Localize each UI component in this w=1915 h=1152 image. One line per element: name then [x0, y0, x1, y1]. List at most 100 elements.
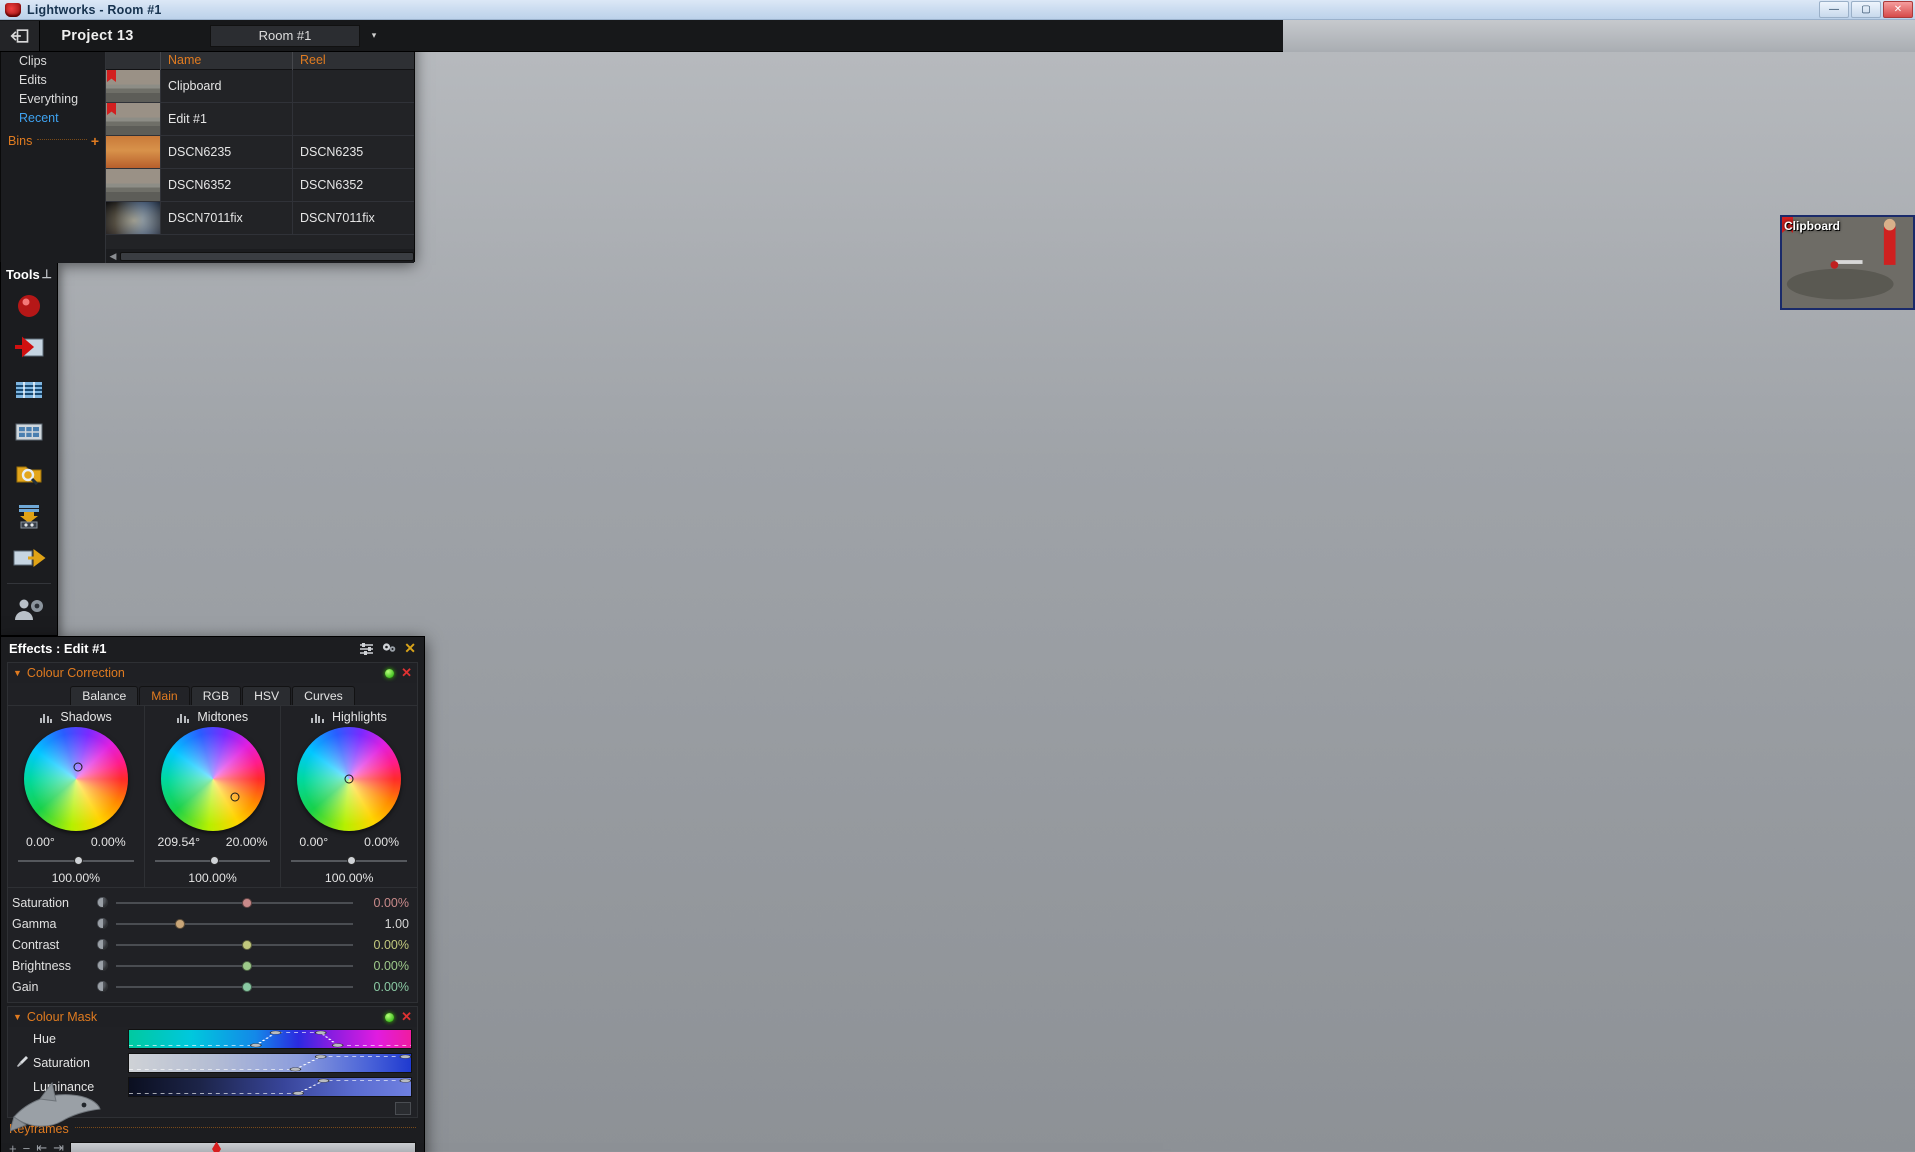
tool-import-clip[interactable]	[1, 327, 57, 369]
param-slider[interactable]	[116, 958, 353, 974]
sidebar-item-edits[interactable]: Edits	[1, 70, 105, 89]
tool-search-folder[interactable]	[1, 453, 57, 495]
tab-curves[interactable]: Curves	[292, 686, 355, 705]
application-toolbar: Project 13 Room #1 ▾	[0, 20, 1283, 52]
green-dot-icon[interactable]	[385, 668, 395, 678]
saturation-gradient[interactable]	[128, 1053, 412, 1073]
close-icon[interactable]: ✕	[401, 1009, 412, 1025]
green-dot-icon[interactable]	[385, 1012, 395, 1022]
param-slider[interactable]	[116, 895, 353, 911]
skip-prev-icon[interactable]: ⇤	[36, 1140, 47, 1152]
luminance-gradient[interactable]	[128, 1077, 412, 1097]
clipboard-thumbnail[interactable]: Clipboard	[1780, 215, 1915, 310]
keyframe-track[interactable]	[70, 1141, 416, 1152]
wheel-slider[interactable]	[154, 854, 271, 870]
param-slider[interactable]	[116, 979, 353, 995]
add-keyframe-icon[interactable]: +	[9, 1141, 17, 1152]
sliders-icon[interactable]	[359, 642, 374, 655]
table-row[interactable]: Edit #1	[106, 103, 414, 136]
browser-rows: Clipboard Edit #1 DSCN6235 DSCN6235 DSCN…	[106, 70, 414, 235]
table-row[interactable]: DSCN6235 DSCN6235	[106, 136, 414, 169]
hue-gradient[interactable]	[128, 1029, 412, 1049]
triangle-down-icon[interactable]: ▼	[13, 668, 22, 678]
room-label: Room #1	[258, 28, 312, 43]
histogram-icon[interactable]	[39, 712, 53, 723]
exit-arrow-icon[interactable]	[0, 20, 40, 51]
sidebar-item-clips[interactable]: Clips	[1, 51, 105, 70]
tools-header: Tools ⊥	[1, 263, 57, 285]
row-thumbnail	[106, 169, 161, 201]
keyframe-toggle-icon[interactable]	[97, 917, 111, 930]
sidebar-item-recent[interactable]: Recent	[1, 108, 105, 127]
table-row[interactable]: DSCN6352 DSCN6352	[106, 169, 414, 202]
triangle-down-icon[interactable]: ▼	[13, 1012, 22, 1022]
tool-user-settings[interactable]	[1, 588, 57, 630]
wheel-label: Shadows	[60, 710, 112, 724]
param-value[interactable]: 0.00%	[353, 938, 413, 952]
mask-label: Hue	[33, 1032, 56, 1046]
add-bin-button[interactable]: +	[91, 133, 99, 149]
tab-rgb[interactable]: RGB	[190, 686, 242, 705]
param-value[interactable]: 0.00%	[353, 980, 413, 994]
colour-mask-header[interactable]: ▼ Colour Mask ✕	[8, 1007, 417, 1027]
invert-checkbox[interactable]	[395, 1101, 411, 1115]
param-value[interactable]: 0.00%	[353, 896, 413, 910]
scrollbar-thumb[interactable]	[120, 251, 414, 261]
colour-wheels: Shadows 0.00° 0.00% 100.00% Midtones 209…	[8, 705, 417, 887]
room-selector[interactable]: Room #1	[210, 24, 360, 47]
window-controls[interactable]: — ▢ ✕	[1819, 1, 1915, 18]
tab-hsv[interactable]: HSV	[242, 686, 292, 705]
keyframe-toggle-icon[interactable]	[97, 938, 111, 951]
sidebar-item-everything[interactable]: Everything	[1, 89, 105, 108]
close-button[interactable]: ✕	[1883, 1, 1913, 18]
os-window-title: Lightworks - Room #1	[27, 2, 162, 17]
param-label: Gamma	[12, 916, 57, 931]
eyedropper-icon[interactable]	[11, 1055, 33, 1071]
parameter-sliders: Saturation 0.00% Gamma 1.00 Contrast 0.0…	[8, 887, 417, 1002]
project-name[interactable]: Project 13	[40, 28, 155, 44]
colour-wheel-disc[interactable]	[160, 727, 265, 831]
tab-main[interactable]: Main	[139, 686, 190, 705]
histogram-icon[interactable]	[311, 712, 324, 723]
tool-grid-view[interactable]	[1, 411, 57, 453]
table-row[interactable]: DSCN7011fix DSCN7011fix	[106, 202, 414, 235]
tab-balance[interactable]: Balance	[70, 686, 139, 705]
param-row-gamma: Gamma 1.00	[8, 913, 417, 934]
keyframe-toggle-icon[interactable]	[97, 896, 111, 909]
scroll-left-icon[interactable]: ◀	[106, 251, 120, 262]
colour-mask-label: Colour Mask	[26, 1010, 98, 1024]
pin-icon[interactable]: ⊥	[42, 267, 52, 281]
colour-correction-header[interactable]: ▼ Colour Correction ✕	[8, 663, 417, 683]
chevron-down-icon[interactable]: ▾	[360, 25, 388, 47]
tool-record-button[interactable]	[1, 285, 57, 327]
keyframe-toggle-icon[interactable]	[97, 959, 111, 972]
param-slider[interactable]	[116, 937, 353, 953]
param-value[interactable]: 1.00	[353, 917, 413, 931]
horizontal-scrollbar[interactable]: ◀	[106, 249, 414, 263]
param-label: Gain	[12, 979, 39, 994]
keyframe-toggle-icon[interactable]	[97, 980, 111, 993]
skip-next-icon[interactable]: ⇥	[53, 1140, 64, 1152]
histogram-icon[interactable]	[176, 712, 190, 723]
close-icon[interactable]: ✕	[404, 640, 416, 657]
remove-keyframe-icon[interactable]: −	[23, 1141, 31, 1152]
row-name: DSCN7011fix	[161, 202, 293, 234]
colour-wheel-disc[interactable]	[297, 727, 402, 831]
param-slider[interactable]	[116, 916, 353, 932]
column-name: Name	[161, 49, 293, 70]
minimize-button[interactable]: —	[1819, 1, 1849, 18]
close-icon[interactable]: ✕	[401, 665, 412, 681]
browser-sidebar: Filters + Clips Edits Everything Recent …	[1, 27, 106, 263]
gears-icon[interactable]	[381, 641, 397, 655]
tool-export-media[interactable]	[1, 495, 57, 537]
maximize-button[interactable]: ▢	[1851, 1, 1881, 18]
tool-timeline-tracks[interactable]	[1, 369, 57, 411]
table-row[interactable]: Clipboard	[106, 70, 414, 103]
wheel-slider[interactable]	[18, 854, 134, 870]
row-reel: DSCN6352	[300, 178, 364, 192]
wheel-slider[interactable]	[291, 854, 408, 870]
tool-export-arrow[interactable]	[1, 537, 57, 579]
colour-wheel-shadows: Shadows 0.00° 0.00% 100.00%	[8, 706, 145, 887]
colour-wheel-disc[interactable]	[23, 727, 128, 831]
param-value[interactable]: 0.00%	[353, 959, 413, 973]
